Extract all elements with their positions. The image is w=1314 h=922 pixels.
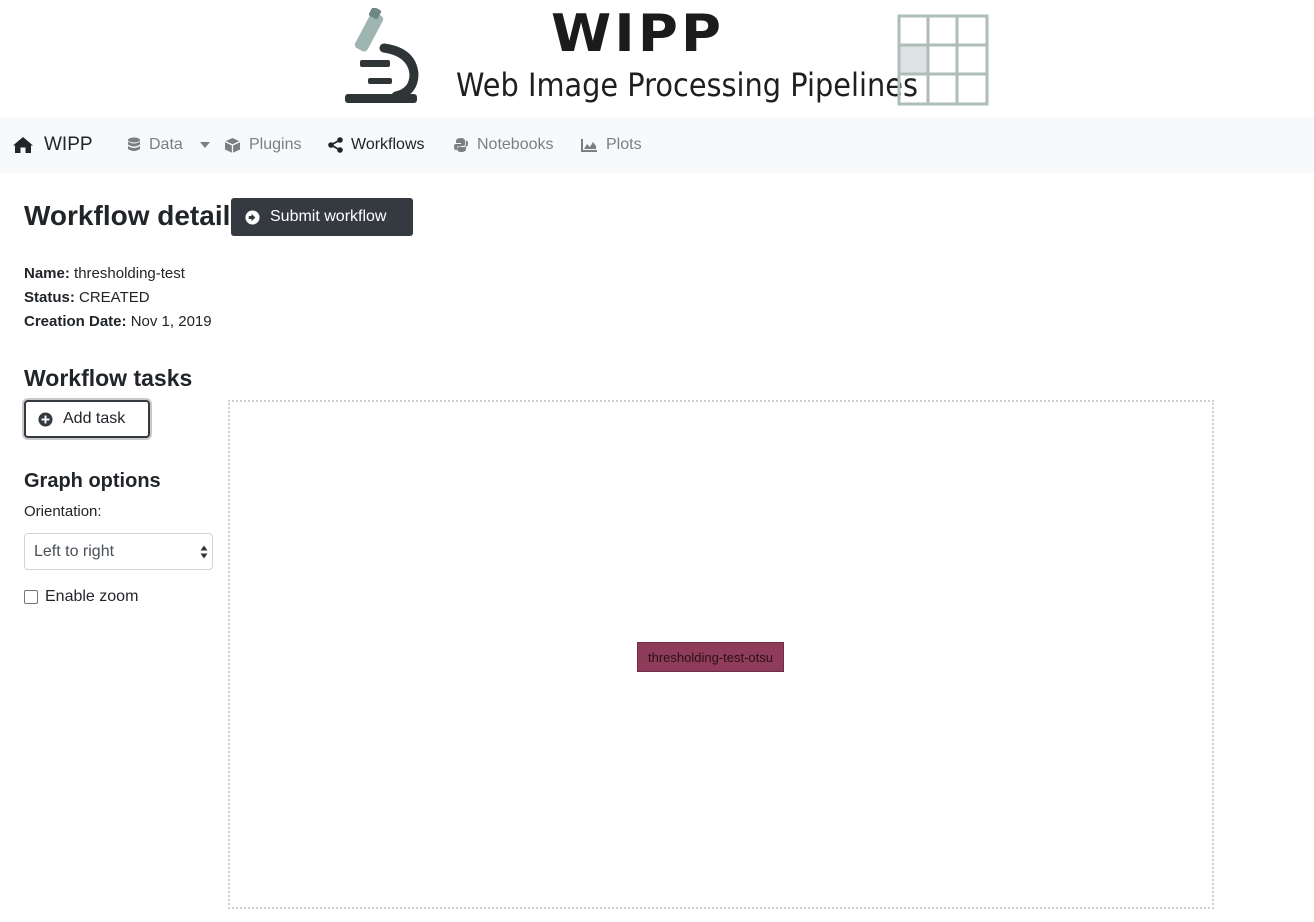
orientation-label: Orientation: <box>24 503 102 520</box>
grid-logo-icon <box>897 14 989 106</box>
orientation-select[interactable]: Left to right <box>24 533 213 570</box>
name-value: thresholding-test <box>74 265 185 282</box>
nav-item-label: Notebooks <box>477 136 554 153</box>
submit-workflow-button[interactable]: Submit workflow <box>231 198 413 236</box>
nav-brand-label: WIPP <box>44 134 93 155</box>
arrow-circle-right-icon <box>245 209 260 225</box>
nav-item-plugins[interactable]: Plugins <box>224 117 301 173</box>
status-label: Status: <box>24 289 75 306</box>
workflow-name-row: Name: thresholding-test <box>24 264 185 284</box>
select-arrows-icon <box>200 545 208 559</box>
enable-zoom-row: Enable zoom <box>24 588 138 606</box>
nav-item-label: Data <box>149 136 183 153</box>
graph-node[interactable]: thresholding-test-otsu <box>637 642 784 672</box>
graph-options-heading: Graph options <box>24 470 161 492</box>
nav-item-notebooks[interactable]: Notebooks <box>453 117 554 173</box>
name-label: Name: <box>24 265 70 282</box>
home-icon <box>13 137 33 153</box>
workflow-tasks-heading: Workflow tasks <box>24 365 193 391</box>
submit-workflow-label: Submit workflow <box>270 208 387 225</box>
caret-down-icon[interactable] <box>199 141 211 149</box>
share-icon <box>328 137 343 153</box>
nav-item-workflows[interactable]: Workflows <box>328 117 425 173</box>
microscope-icon <box>345 8 419 103</box>
status-value: CREATED <box>79 289 150 306</box>
workflow-status-row: Status: CREATED <box>24 288 150 308</box>
plus-circle-icon <box>38 411 53 427</box>
app-banner: WIPP Web Image Processing Pipelines <box>0 0 1314 117</box>
creation-date-value: Nov 1, 2019 <box>130 313 212 330</box>
logo-title: WIPP <box>551 4 725 64</box>
add-task-button[interactable]: Add task <box>24 400 150 438</box>
nav-item-label: Plots <box>606 136 642 153</box>
graph-node-label: thresholding-test-otsu <box>647 649 773 665</box>
add-task-label: Add task <box>63 410 126 427</box>
logo-subtitle: Web Image Processing Pipelines <box>456 66 918 104</box>
workflow-date-row: Creation Date: Nov 1, 2019 <box>24 312 212 332</box>
cube-icon <box>224 137 241 153</box>
enable-zoom-label[interactable]: Enable zoom <box>45 588 138 606</box>
chart-area-icon <box>581 139 597 152</box>
orientation-selected-value: Left to right <box>34 542 115 560</box>
nav-item-label: Workflows <box>351 136 425 153</box>
nav-brand-home[interactable]: WIPP <box>12 117 93 173</box>
database-icon <box>128 137 140 151</box>
nav-item-label: Plugins <box>249 136 302 153</box>
creation-date-label: Creation Date: <box>24 313 127 330</box>
page-title: Workflow detail <box>24 200 231 231</box>
nav-item-plots[interactable]: Plots <box>581 117 642 173</box>
python-icon <box>454 138 468 152</box>
nav-item-data[interactable]: Data <box>127 117 211 173</box>
enable-zoom-checkbox[interactable] <box>24 590 38 604</box>
top-navbar: WIPP Data Plugins Workflows Notebooks Pl… <box>0 117 1314 173</box>
